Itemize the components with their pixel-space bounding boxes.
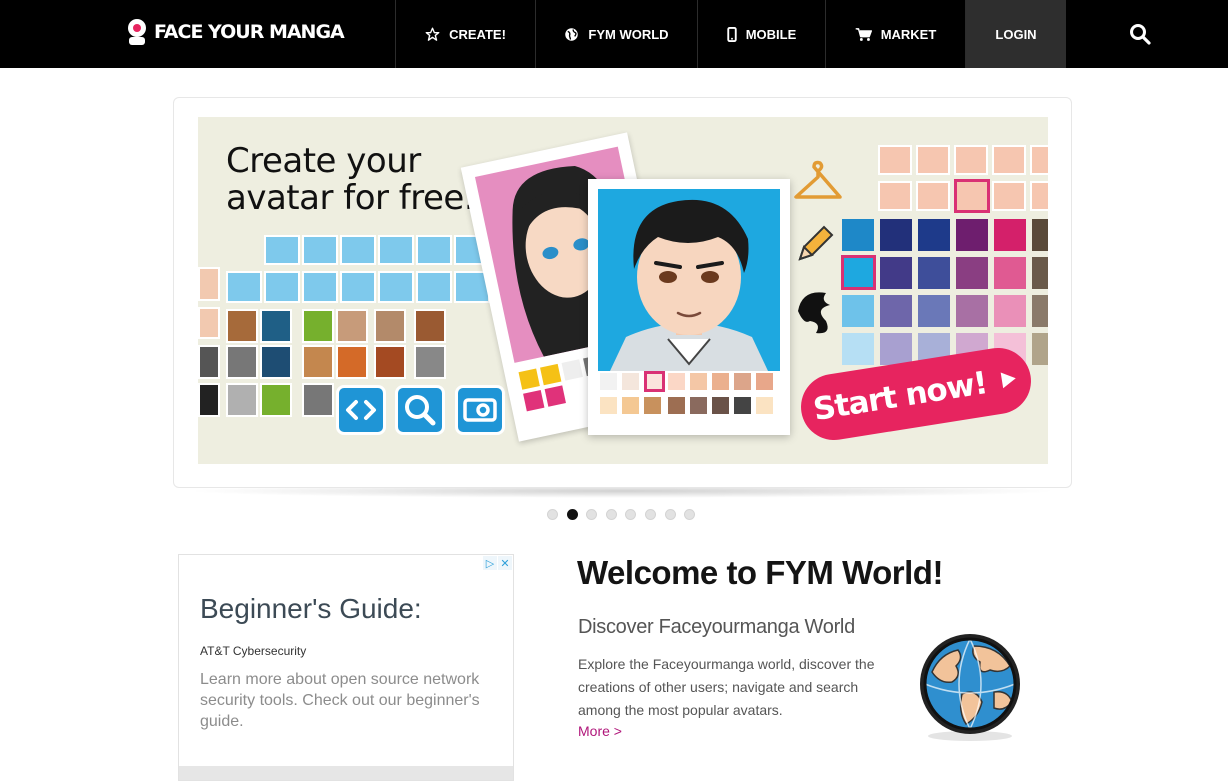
hair-icon [798, 292, 830, 334]
play-arrow-icon [1000, 372, 1016, 389]
ad-footer [179, 766, 513, 780]
slide-dot-2[interactable] [566, 509, 578, 520]
start-now-label: Start now! [810, 365, 990, 428]
pencil-icon [798, 225, 834, 261]
slide-dot-7[interactable] [664, 509, 676, 520]
slide-dot-5[interactable] [625, 509, 637, 520]
nav-create-label: CREATE! [449, 26, 506, 42]
slider-pagination [547, 509, 704, 520]
search-icon[interactable] [1128, 22, 1152, 46]
adchoices-icon[interactable]: ▷ [483, 556, 497, 570]
site-logo[interactable]: FACE YOUR MANGA [126, 18, 345, 46]
more-link[interactable]: More > [578, 723, 622, 739]
nav-market-label: MARKET [880, 26, 937, 42]
mobile-icon [727, 26, 737, 42]
hero-banner[interactable]: Create your avatar for free. Start now! [198, 117, 1048, 464]
nav-login-label: LOGIN [995, 26, 1037, 42]
nav-create[interactable]: CREATE! [395, 0, 535, 68]
start-now-button[interactable]: Start now! [796, 343, 1036, 445]
ad-sponsor: AT&T Cybersecurity [200, 644, 307, 658]
welcome-body: Explore the Faceyourmanga world, discove… [578, 656, 875, 718]
slide-dot-8[interactable] [684, 509, 696, 520]
ad-body: Learn more about open source network sec… [200, 671, 480, 730]
ad-badge: ▷ ✕ [482, 556, 512, 570]
cart-icon [855, 27, 872, 42]
slide-dot-1[interactable] [547, 509, 558, 520]
slide-dot-4[interactable] [605, 509, 617, 520]
nav-mobile[interactable]: MOBILE [697, 0, 825, 68]
magnifier-icon [405, 395, 436, 426]
preview-button[interactable] [455, 385, 505, 435]
code-view-button[interactable] [336, 385, 386, 435]
top-navbar: FACE YOUR MANGA CREATE! FYM WORLD MOBILE… [0, 0, 1228, 68]
globe-icon[interactable] [918, 632, 1022, 742]
nav-fym-world[interactable]: FYM WORLD [535, 0, 697, 68]
hero-title: Create your avatar for free. [226, 141, 475, 218]
hero-title-line2: avatar for free. [226, 178, 475, 218]
site-logo-text: FACE YOUR MANGA [154, 21, 345, 43]
slide-dot-3[interactable] [586, 509, 598, 520]
nav-market[interactable]: MARKET [825, 0, 965, 68]
sponsored-ad[interactable]: ▷ ✕ Beginner's Guide: AT&T Cybersecurity… [178, 554, 514, 781]
close-icon[interactable]: ✕ [498, 556, 512, 570]
code-icon [346, 400, 376, 420]
welcome-subtitle: Discover Faceyourmanga World [578, 616, 855, 638]
globe-icon [564, 27, 579, 42]
eye-card-icon [463, 398, 497, 422]
logo-mark-icon [128, 19, 146, 45]
nav-fym-world-label: FYM WORLD [588, 26, 669, 42]
hanger-icon [794, 160, 842, 199]
zoom-button[interactable] [395, 385, 445, 435]
hero-title-line1: Create your [226, 141, 421, 181]
nav-login[interactable]: LOGIN [965, 0, 1066, 68]
slide-dot-6[interactable] [644, 509, 656, 520]
star-icon [425, 27, 440, 42]
ad-title[interactable]: Beginner's Guide: [200, 593, 422, 625]
avatar-preview-card [588, 179, 790, 435]
welcome-title: Welcome to FYM World! [577, 554, 943, 591]
boy-avatar-illustration [610, 199, 768, 371]
avatar-preview [598, 189, 780, 371]
nav-mobile-label: MOBILE [745, 26, 797, 42]
